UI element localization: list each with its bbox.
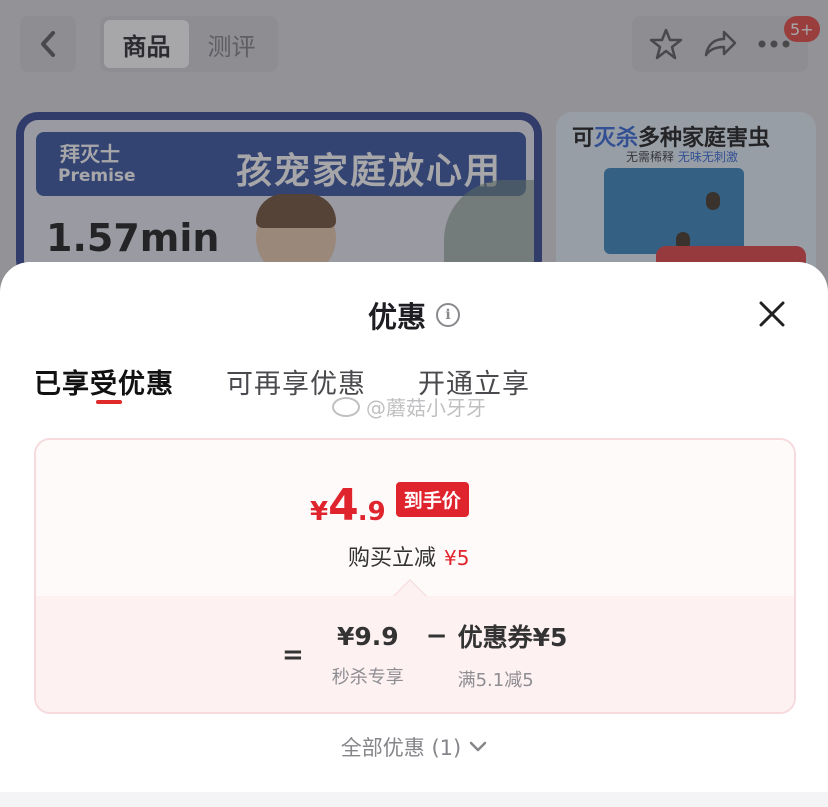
all-discounts-link[interactable]: 全部优惠 (1) [0,732,828,762]
coupon-rule: 满5.1减5 [457,670,534,691]
info-icon[interactable]: i [436,303,460,327]
discount-sheet: 优惠 i 已享受优惠 可再享优惠 开通立享 @蘑菇小牙牙 ¥ 4 .9 到手价 [0,262,828,807]
final-price: ¥ 4 .9 到手价 [310,480,469,531]
instant-discount: 购买立减 ¥5 [348,540,469,572]
coupon-value: 优惠券¥5 [457,623,568,652]
equals-sign: = [282,640,304,670]
weibo-logo-icon [332,396,360,417]
close-button[interactable] [752,294,792,334]
final-price-tag: 到手价 [395,482,469,517]
sheet-title: 优惠 [367,300,426,334]
coupon-item: 优惠券¥5 满5.1减5 [458,618,568,692]
sheet-header: 优惠 i [0,294,828,336]
tab-enjoyed-discounts[interactable]: 已享受优惠 [34,362,174,404]
watermark-text: @蘑菇小牙牙 [366,396,486,420]
modal-dim-overlay[interactable] [0,0,828,280]
flash-sale-label: 秒杀专享 [331,666,404,688]
active-tab-indicator [96,400,122,404]
instant-discount-label: 购买立减 [348,546,437,571]
close-icon [759,301,785,327]
final-price-decimal: .9 [357,497,386,527]
price-breakdown-card: ¥ 4 .9 到手价 购买立减 ¥5 = ¥9.9 秒杀专享 − 优惠券¥5 满… [34,438,796,714]
tab-label: 已享受优惠 [34,369,174,400]
watermark: @蘑菇小牙牙 [332,392,486,421]
minus-sign: − [425,621,448,651]
flash-sale-item: ¥9.9 秒杀专享 [332,622,404,689]
all-discounts-label: 全部优惠 (1) [340,736,462,760]
bottom-safe-area [0,792,828,807]
currency-symbol: ¥ [310,497,329,527]
price-calculation: = ¥9.9 秒杀专享 − 优惠券¥5 满5.1减5 [282,618,567,692]
chevron-down-icon [469,741,487,752]
final-price-integer: 4 [328,480,359,531]
flash-sale-price: ¥9.9 [336,621,399,651]
instant-discount-amount: ¥5 [444,546,470,570]
